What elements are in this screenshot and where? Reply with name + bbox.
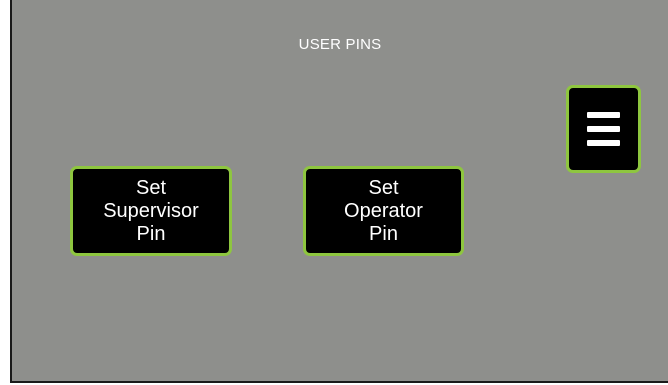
hmi-screen: USER PINS Set Supervisor Pin Set Operato… [10,0,668,383]
set-supervisor-pin-button[interactable]: Set Supervisor Pin [70,166,232,256]
set-operator-pin-button[interactable]: Set Operator Pin [303,166,464,256]
button-label-line: Set [135,176,167,199]
button-label-line: Supervisor [103,199,199,222]
button-label-line: Set [368,176,399,199]
button-label-line: Pin [369,222,398,245]
menu-button[interactable] [566,85,641,173]
page-title: USER PINS [298,36,382,53]
button-label-line: Pin [136,222,166,245]
button-label-line: Operator [344,199,423,222]
